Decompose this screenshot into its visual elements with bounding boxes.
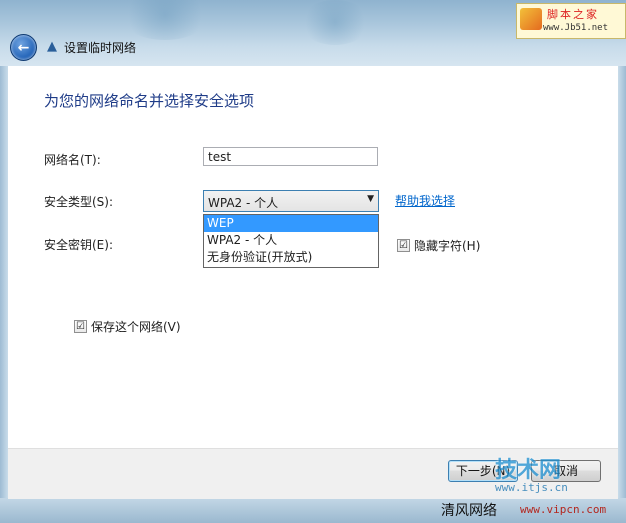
hide-characters-label: 隐藏字符(H) — [414, 239, 481, 253]
help-me-choose-link[interactable]: 帮助我选择 — [395, 192, 455, 209]
network-name-input[interactable]: test — [203, 147, 378, 166]
security-type-dropdown: WEP WPA2 - 个人 无身份验证(开放式) — [203, 214, 379, 268]
page-title: 为您的网络命名并选择安全选项 — [44, 92, 255, 110]
hide-characters-option[interactable]: ☑ 隐藏字符(H) — [397, 237, 480, 254]
back-arrow-icon[interactable]: ← — [10, 34, 37, 61]
glass-reflection — [120, 0, 210, 40]
save-network-label: 保存这个网络(V) — [91, 320, 181, 334]
save-network-option[interactable]: ☑ 保存这个网络(V) — [74, 318, 181, 335]
tech-watermark: 技术网 — [495, 458, 562, 483]
watermark-text: 脚本之家 — [547, 8, 599, 21]
security-type-value: WPA2 - 个人 — [208, 196, 279, 210]
dropdown-option-open[interactable]: 无身份验证(开放式) — [204, 249, 378, 266]
dropdown-option-wep[interactable]: WEP — [204, 215, 378, 232]
hide-characters-checkbox[interactable]: ☑ — [397, 239, 410, 252]
watermark-url: www.Jb51.net — [543, 23, 609, 33]
save-network-checkbox[interactable]: ☑ — [74, 320, 87, 333]
site-watermark: 脚本之家 www.Jb51.net — [516, 3, 626, 39]
glass-reflection — [300, 0, 370, 45]
window-border-left — [0, 66, 8, 498]
window-border-right — [618, 66, 626, 498]
bottom-watermark-url: www.vipcn.com — [520, 503, 607, 516]
bottom-watermark: 清风网络 — [441, 503, 497, 519]
site-logo-icon — [520, 8, 542, 30]
tech-watermark-url: www.itjs.cn — [495, 481, 568, 494]
window-title: 设置临时网络 — [64, 41, 137, 55]
security-type-label: 安全类型(S): — [44, 195, 114, 209]
security-type-select[interactable]: WPA2 - 个人 ▼ — [203, 190, 379, 212]
security-key-label: 安全密钥(E): — [44, 238, 113, 252]
adhoc-network-icon: ▲ — [47, 39, 57, 54]
chevron-down-icon[interactable]: ▼ — [367, 194, 374, 204]
dropdown-option-wpa2[interactable]: WPA2 - 个人 — [204, 232, 378, 249]
network-name-label: 网络名(T): — [44, 153, 101, 167]
wizard-content: 为您的网络命名并选择安全选项 网络名(T): test 安全类型(S): WPA… — [8, 66, 618, 448]
